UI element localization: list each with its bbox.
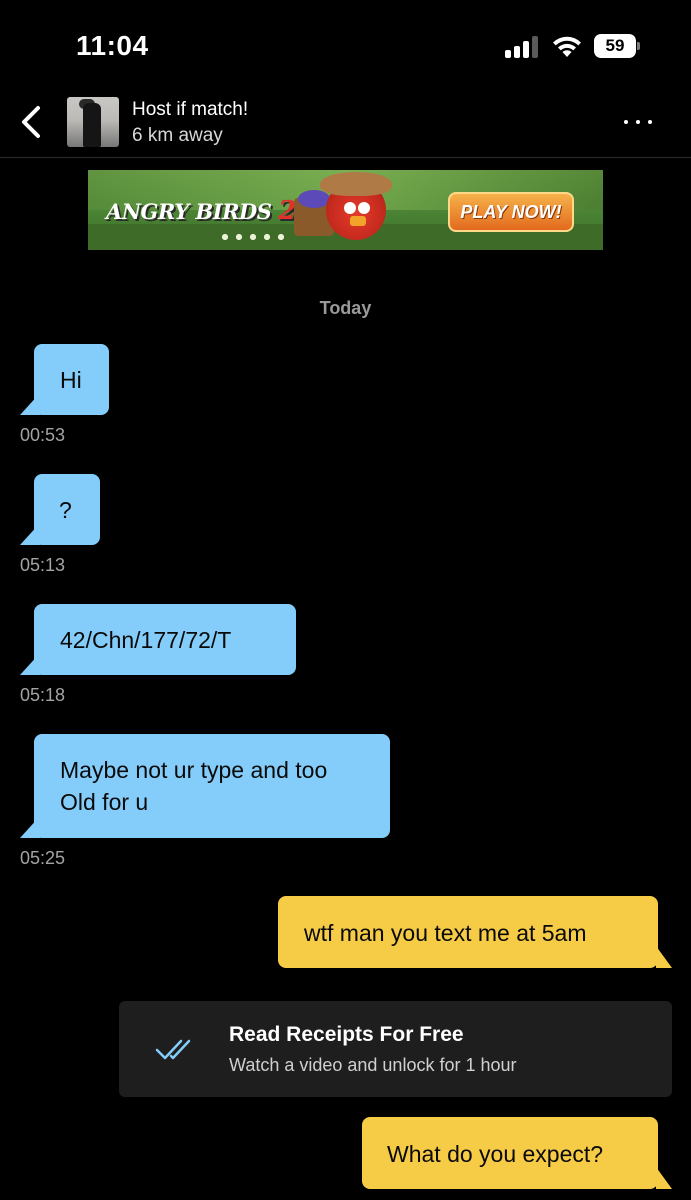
message-text-line-2: Old for u: [60, 789, 149, 815]
message-text: ?: [59, 497, 72, 523]
profile-distance: 6 km away: [132, 125, 223, 146]
message-bubble-outgoing[interactable]: What do you expect?: [362, 1117, 658, 1189]
read-receipts-title: Read Receipts For Free: [229, 1023, 464, 1046]
message-bubble-incoming[interactable]: Hi: [34, 344, 109, 415]
ad-logo: ANGRY BIRDS 2: [106, 196, 296, 226]
message-bubble-incoming[interactable]: 42/Chn/177/72/T: [34, 604, 296, 675]
message-timestamp: 00:53: [20, 425, 66, 445]
battery-icon: 59: [594, 34, 640, 58]
ad-play-now-button[interactable]: PLAY NOW!: [448, 192, 574, 232]
message-bubble-outgoing[interactable]: wtf man you text me at 5am: [278, 896, 658, 968]
red-bird-image: [320, 172, 392, 240]
back-chevron-icon[interactable]: [16, 102, 50, 142]
message-text-line-1: Maybe not ur type and too: [60, 757, 328, 783]
message-timestamp: 05:18: [20, 685, 66, 705]
message-text: wtf man you text me at 5am: [304, 920, 587, 946]
read-receipts-subtitle: Watch a video and unlock for 1 hour: [229, 1055, 517, 1075]
message-bubble-incoming[interactable]: ?: [34, 474, 100, 545]
profile-avatar[interactable]: [67, 97, 119, 147]
status-time: 11:04: [76, 30, 149, 61]
message-text: 42/Chn/177/72/T: [60, 627, 232, 653]
read-receipts-promo[interactable]: Read Receipts For Free Watch a video and…: [119, 1001, 672, 1097]
ad-banner[interactable]: ANGRY BIRDS 2 PLAY NOW!: [88, 170, 603, 250]
cellular-signal-icon: [505, 36, 541, 58]
chat-header: Host if match! 6 km away: [0, 90, 691, 158]
ad-logo-text: ANGRY BIRDS: [106, 199, 272, 224]
double-check-icon: [155, 1039, 191, 1060]
battery-level: 59: [594, 34, 636, 58]
date-divider: Today: [319, 298, 372, 318]
flowers-decoration: [218, 230, 288, 244]
message-bubble-incoming[interactable]: Maybe not ur type and too Old for u: [34, 734, 390, 838]
message-text: Hi: [60, 367, 82, 393]
status-bar: 11:04 59: [0, 0, 691, 90]
more-options-icon[interactable]: [620, 112, 656, 132]
message-timestamp: 05:13: [20, 555, 66, 575]
message-timestamp: 05:25: [20, 848, 66, 868]
profile-name[interactable]: Host if match!: [132, 99, 248, 121]
wifi-icon: [553, 36, 581, 57]
message-text: What do you expect?: [387, 1141, 604, 1167]
